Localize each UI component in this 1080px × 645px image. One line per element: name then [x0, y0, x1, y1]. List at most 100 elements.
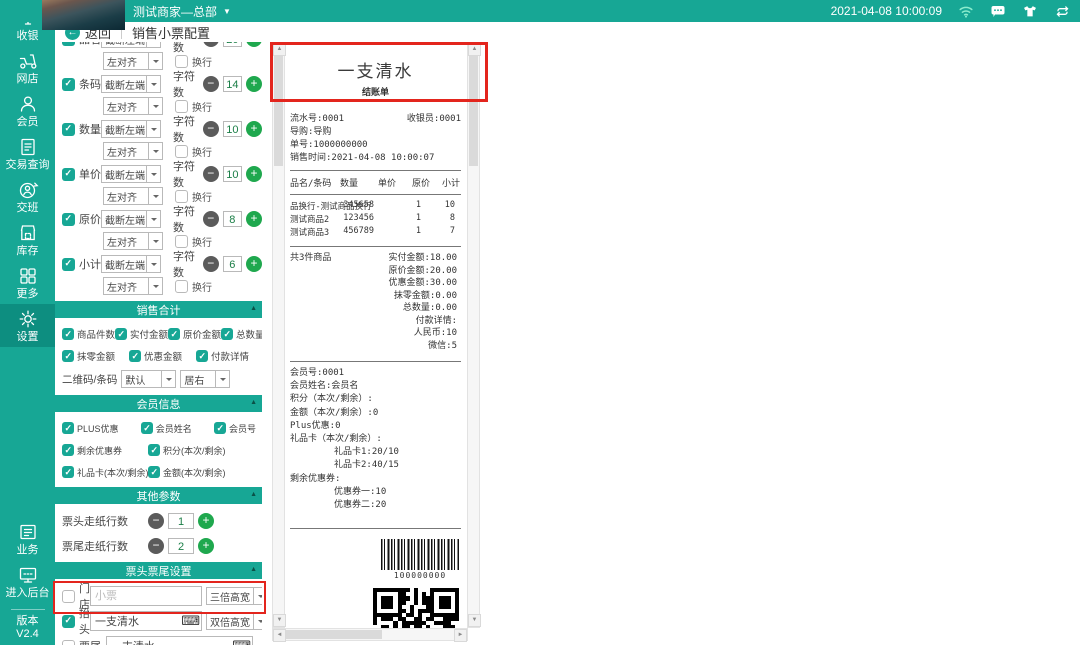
- store-size-select[interactable]: 三倍高宽: [206, 587, 262, 605]
- section-header-other-params[interactable]: 其他参数 ▲: [55, 487, 262, 504]
- checkbox[interactable]: [62, 422, 74, 434]
- minus-button[interactable]: −: [203, 121, 219, 137]
- align-select[interactable]: 左对齐: [103, 187, 163, 205]
- scroll-left-icon[interactable]: ◄: [273, 629, 286, 642]
- plus-button[interactable]: +: [198, 538, 214, 554]
- align-select[interactable]: 左对齐: [103, 52, 163, 70]
- truncate-select[interactable]: 截断左端: [101, 255, 161, 273]
- minus-button[interactable]: −: [203, 211, 219, 227]
- truncate-select[interactable]: 截断左端: [101, 120, 161, 138]
- align-select[interactable]: 左对齐: [103, 277, 163, 295]
- checkbox[interactable]: [62, 444, 74, 456]
- keyboard-icon[interactable]: ⌨: [232, 638, 251, 645]
- field-checkbox[interactable]: [62, 168, 75, 181]
- plus-button[interactable]: +: [246, 42, 262, 47]
- checkbox[interactable]: [221, 328, 233, 340]
- minus-button[interactable]: −: [203, 76, 219, 92]
- checkbox[interactable]: [214, 422, 226, 434]
- minus-button[interactable]: −: [203, 166, 219, 182]
- wrap-checkbox[interactable]: [175, 100, 188, 113]
- chat-icon[interactable]: [990, 3, 1006, 19]
- checkbox[interactable]: [168, 328, 180, 340]
- wrap-checkbox[interactable]: [175, 235, 188, 248]
- preview-vertical-scrollbar[interactable]: ▲ ▼: [467, 42, 480, 628]
- option-points[interactable]: 积分(本次/剩余): [148, 444, 226, 457]
- footer-input[interactable]: [106, 636, 253, 645]
- field-checkbox[interactable]: [62, 78, 75, 91]
- section-header-member-info[interactable]: 会员信息 ▲: [55, 395, 262, 412]
- sidebar-item-more[interactable]: 更多: [0, 261, 55, 304]
- wrap-checkbox[interactable]: [175, 280, 188, 293]
- sidebar-item-transaction-query[interactable]: 交易查询: [0, 132, 55, 175]
- option-gift-card[interactable]: 礼品卡(本次/剩余): [62, 466, 140, 479]
- plus-button[interactable]: +: [246, 76, 262, 92]
- scroll-up-icon[interactable]: ▲: [273, 43, 286, 56]
- section-header-ticket-header-footer[interactable]: 票头票尾设置 ▲: [55, 562, 262, 579]
- option-amount[interactable]: 金额(本次/剩余): [148, 466, 226, 479]
- plus-button[interactable]: +: [246, 166, 262, 182]
- minus-button[interactable]: −: [203, 256, 219, 272]
- plus-button[interactable]: +: [246, 121, 262, 137]
- qrcode-style-select[interactable]: 默认: [121, 370, 176, 388]
- field-checkbox[interactable]: [62, 123, 75, 136]
- truncate-select[interactable]: 截断左端: [101, 75, 161, 93]
- sync-icon[interactable]: [1054, 3, 1070, 19]
- option-payment-detail[interactable]: 付款详情: [196, 349, 249, 363]
- scroll-down-icon[interactable]: ▼: [468, 614, 481, 627]
- merchant-switcher[interactable]: 测试商家—总部 ▼: [133, 0, 231, 22]
- option-paid-amount[interactable]: 实付金额: [115, 327, 168, 341]
- option-original-amount[interactable]: 原价金额: [168, 327, 221, 341]
- preview-horizontal-scrollbar[interactable]: ◄ ►: [272, 628, 468, 641]
- checkbox[interactable]: [62, 350, 74, 362]
- plus-button[interactable]: +: [246, 256, 262, 272]
- field-checkbox[interactable]: [62, 213, 75, 226]
- sidebar-item-enter-backend[interactable]: 进入后台: [0, 560, 55, 603]
- wrap-checkbox[interactable]: [175, 145, 188, 158]
- checkbox[interactable]: [148, 444, 160, 456]
- checkbox[interactable]: [62, 466, 74, 478]
- scrollbar-thumb[interactable]: [286, 630, 382, 639]
- truncate-select[interactable]: 截断左端: [101, 210, 161, 228]
- sidebar-item-inventory[interactable]: 库存: [0, 218, 55, 261]
- checkbox[interactable]: [62, 328, 74, 340]
- option-plus-discount[interactable]: PLUS优惠: [62, 422, 119, 435]
- minus-button[interactable]: −: [203, 42, 219, 47]
- option-discount-amount[interactable]: 优惠金额: [129, 349, 182, 363]
- truncate-select[interactable]: 截断左端: [101, 42, 161, 48]
- config-scrollbar[interactable]: ▲ ▼: [272, 42, 285, 628]
- option-member-no[interactable]: 会员号: [214, 422, 256, 435]
- header-size-select[interactable]: 双倍高宽: [206, 612, 262, 630]
- scrollbar-thumb[interactable]: [469, 56, 478, 166]
- plus-button[interactable]: +: [246, 211, 262, 227]
- store-checkbox[interactable]: [62, 590, 75, 603]
- field-checkbox[interactable]: [62, 258, 75, 271]
- sidebar-item-online-store[interactable]: 网店: [0, 46, 55, 89]
- checkbox[interactable]: [141, 422, 153, 434]
- option-remaining-coupons[interactable]: 剩余优惠券: [62, 444, 140, 457]
- wrap-checkbox[interactable]: [175, 190, 188, 203]
- shirt-icon[interactable]: [1022, 3, 1038, 19]
- truncate-select[interactable]: 截断左端: [101, 165, 161, 183]
- checkbox[interactable]: [148, 466, 160, 478]
- align-select[interactable]: 左对齐: [103, 97, 163, 115]
- option-total-qty[interactable]: 总数量: [221, 327, 262, 341]
- minus-button[interactable]: −: [148, 538, 164, 554]
- sidebar-item-member[interactable]: 会员: [0, 89, 55, 132]
- option-item-count[interactable]: 商品件数: [62, 327, 115, 341]
- align-select[interactable]: 左对齐: [103, 142, 163, 160]
- option-member-name[interactable]: 会员姓名: [141, 422, 192, 435]
- scroll-right-icon[interactable]: ►: [454, 629, 467, 642]
- checkbox[interactable]: [196, 350, 208, 362]
- minus-button[interactable]: −: [148, 513, 164, 529]
- scroll-up-icon[interactable]: ▲: [468, 43, 481, 56]
- sidebar-item-settings[interactable]: 设置: [0, 304, 55, 347]
- plus-button[interactable]: +: [198, 513, 214, 529]
- sidebar-item-business[interactable]: 业务: [0, 517, 55, 560]
- wifi-icon[interactable]: [958, 3, 974, 19]
- header-checkbox[interactable]: [62, 615, 75, 628]
- store-input[interactable]: [90, 586, 202, 606]
- scrollbar-thumb[interactable]: [274, 56, 283, 166]
- scroll-down-icon[interactable]: ▼: [273, 614, 286, 627]
- footer-checkbox[interactable]: [62, 640, 75, 645]
- qrcode-position-select[interactable]: 居右: [180, 370, 230, 388]
